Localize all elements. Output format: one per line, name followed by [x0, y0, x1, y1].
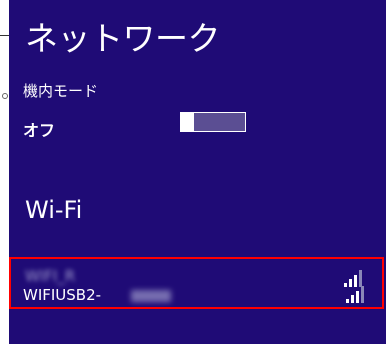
wifi-section-heading: Wi-Fi — [25, 196, 83, 224]
blurred-name-suffix — [131, 290, 171, 302]
network-panel: ネットワーク 機内モード オフ Wi-Fi WIFI_R WIFIUSB2- — [9, 0, 386, 344]
panel-title: ネットワーク — [25, 19, 221, 58]
airplane-mode-state: オフ — [23, 121, 56, 140]
window-edge-tick — [0, 35, 9, 36]
wifi-signal-icon-2 — [346, 285, 370, 303]
window-edge-dot — [2, 93, 8, 99]
airplane-mode-toggle[interactable] — [180, 112, 246, 132]
wifi-network-name: WIFI_R — [25, 267, 76, 285]
wifi-network-name-2[interactable]: WIFIUSB2- — [23, 286, 101, 304]
toggle-thumb[interactable] — [181, 112, 194, 132]
airplane-mode-label: 機内モード — [23, 82, 99, 100]
